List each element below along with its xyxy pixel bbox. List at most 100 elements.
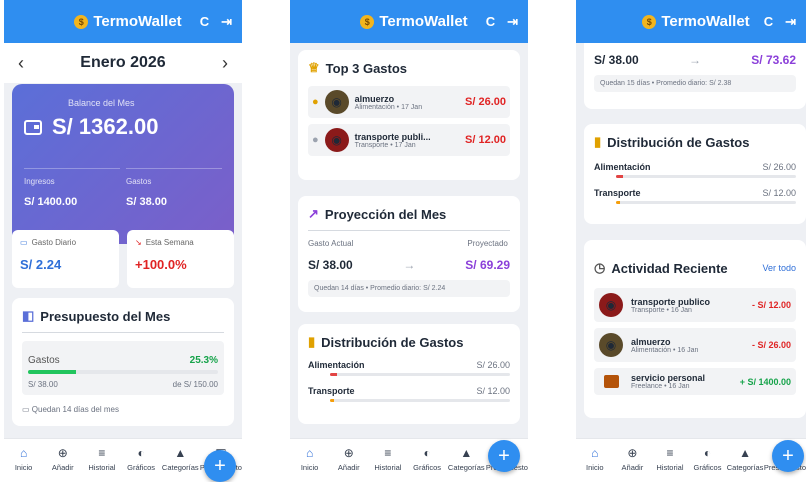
nav-label: Gráficos xyxy=(127,463,156,472)
app-title: TermoWallet xyxy=(661,13,750,30)
top-item-amount: S/ 26.00 xyxy=(465,96,506,108)
distribution-card: ▮ Distribución de Gastos Alimentación S/ 2… xyxy=(584,124,806,224)
screen-home-3: $ TermoWallet C ⇥ S/ 38.00 → S/ 73.62 Qu… xyxy=(576,0,806,482)
budget-progress xyxy=(28,370,218,374)
projection-note: Quedan 14 días • Promedio diario: S/ 2.2… xyxy=(308,280,510,297)
refresh-icon[interactable]: C xyxy=(486,14,495,30)
month-selector: ‹ Enero 2026 › xyxy=(4,43,242,83)
top-item-name: transporte publi... xyxy=(354,131,431,142)
category-icon: ▲ xyxy=(174,446,187,460)
dist-amount: S/ 12.00 xyxy=(476,386,510,396)
dist-name: Alimentación xyxy=(308,360,365,370)
top-item[interactable]: ● ◉ almuerzo Alimentación • 17 Jan S/ 26.… xyxy=(308,86,510,118)
budget-gastos-label: Gastos xyxy=(28,355,60,366)
projection-card: ↗ Proyección del Mes Gasto Actual S/ 38.00… xyxy=(298,196,520,312)
nav-graficos[interactable]: ◐ Gráficos xyxy=(408,447,447,473)
dist-bar xyxy=(616,175,796,178)
activity-name: transporte publico xyxy=(631,296,711,307)
activity-name: almuerzo xyxy=(631,336,671,347)
budget-title: Presupuesto del Mes xyxy=(40,308,171,324)
budget-spent: S/ 38.00 xyxy=(28,380,58,389)
nav-inicio[interactable]: ⌂ Inicio xyxy=(290,446,329,473)
top-item-name: almuerzo xyxy=(354,93,395,104)
dist-bar xyxy=(616,201,796,204)
nav-label: Gráficos xyxy=(693,463,722,472)
ver-todo-link[interactable]: Ver todo xyxy=(762,263,796,273)
nav-anadir[interactable]: ⊕ Añadir xyxy=(43,446,82,473)
nav-inicio[interactable]: ⌂ Inicio xyxy=(576,446,614,473)
distribution-title: Distribución de Gastos xyxy=(321,334,464,350)
nav-categorias[interactable]: ▲ Categorías xyxy=(447,446,486,473)
nav-categorias[interactable]: ▲ Categorías xyxy=(726,447,764,473)
gold-medal-icon: ● xyxy=(312,96,319,108)
category-icon: ▲ xyxy=(460,446,473,460)
arrow-icon: → xyxy=(403,258,416,272)
gastos-amount: S/ 38.00 xyxy=(126,196,167,208)
home-icon: ⌂ xyxy=(305,446,314,460)
coin-icon: $ xyxy=(74,14,89,29)
logout-icon[interactable]: ⇥ xyxy=(507,14,518,30)
bar-chart-icon: ▮ xyxy=(594,134,602,149)
home-icon: ⌂ xyxy=(591,446,599,460)
activity-name: servicio personal xyxy=(631,373,706,383)
coin-icon: $ xyxy=(642,14,657,29)
actual-label: Gasto Actual xyxy=(308,239,354,248)
nav-label: Historial xyxy=(374,463,402,472)
nav-historial[interactable]: ≡ Historial xyxy=(651,447,689,473)
activity-meta: Freelance • 16 Jan xyxy=(631,383,690,390)
fab-add-button[interactable]: + xyxy=(772,440,804,472)
activity-meta: Alimentación • 16 Jan xyxy=(631,346,699,354)
fab-add-button[interactable]: + xyxy=(488,440,520,472)
nav-label: Historial xyxy=(656,463,684,472)
nav-inicio[interactable]: ⌂ Inicio xyxy=(4,446,43,473)
refresh-icon[interactable]: C xyxy=(764,14,773,30)
nav-anadir[interactable]: ⊕ Añadir xyxy=(614,447,652,473)
trophy-icon: ♕ xyxy=(308,60,320,75)
nav-historial[interactable]: ≡ Historial xyxy=(368,446,407,473)
app-title: TermoWallet xyxy=(93,13,182,30)
projection-title: Proyección del Mes xyxy=(324,206,447,222)
nav-graficos[interactable]: ◐ Gráficos xyxy=(689,447,727,473)
activity-amount: - S/ 12.00 xyxy=(751,300,791,310)
top-item-meta: Alimentación • 17 Jan xyxy=(354,103,423,111)
distribution-card: ▮ Distribución de Gastos Alimentación S/ 2… xyxy=(298,324,520,424)
refresh-icon[interactable]: C xyxy=(200,14,209,30)
nav-graficos[interactable]: ◐ Gráficos xyxy=(122,447,161,473)
top-title: Top 3 Gastos xyxy=(325,60,408,76)
activity-item[interactable]: ◉ transporte publico Transporte • 16 Jan … xyxy=(594,288,796,322)
car-icon: ◉ xyxy=(324,128,349,152)
next-month-button[interactable]: › xyxy=(222,53,228,74)
screen-home-2: $ TermoWallet C ⇥ ♕ Top 3 Gastos ● ◉ almu… xyxy=(290,0,528,482)
app-header: $ TermoWallet C ⇥ xyxy=(4,0,242,43)
home-icon: ⌂ xyxy=(19,446,28,460)
food-icon: ◉ xyxy=(599,333,623,357)
nav-label: Categorías xyxy=(447,463,485,472)
logout-icon[interactable]: ⇥ xyxy=(221,14,232,30)
car-icon: ◉ xyxy=(599,293,623,317)
dist-amount: S/ 26.00 xyxy=(476,360,510,370)
fab-add-button[interactable]: + xyxy=(204,450,236,482)
nav-categorias[interactable]: ▲ Categorías xyxy=(161,446,200,473)
brand: $ TermoWallet xyxy=(642,13,750,30)
activity-item[interactable]: ◉ almuerzo Alimentación • 16 Jan - S/ 26.… xyxy=(594,328,796,362)
activity-amount: - S/ 26.00 xyxy=(751,340,791,350)
projection-note: Quedan 15 días • Promedio diario: S/ 2.3… xyxy=(594,75,796,92)
add-circle-icon: ⊕ xyxy=(57,446,68,460)
nav-label: Añadir xyxy=(621,463,644,472)
app-title: TermoWallet xyxy=(379,13,468,30)
projected-amount: S/ 69.29 xyxy=(465,258,510,272)
dist-amount: S/ 12.00 xyxy=(762,188,796,198)
actual-amount: S/ 38.00 xyxy=(594,53,639,67)
activity-title: Actividad Reciente xyxy=(611,260,728,276)
top-item[interactable]: ● ◉ transporte publi... Transporte • 17 J… xyxy=(308,124,510,156)
list-icon: ≡ xyxy=(384,446,392,460)
nav-anadir[interactable]: ⊕ Añadir xyxy=(329,447,368,473)
logout-icon[interactable]: ⇥ xyxy=(785,14,796,30)
calendar-icon: ▭ xyxy=(22,405,30,414)
wallet-icon xyxy=(24,119,42,135)
nav-historial[interactable]: ≡ Historial xyxy=(82,447,121,473)
activity-item[interactable]: servicio personal Freelance • 16 Jan + S/… xyxy=(594,368,796,395)
prev-month-button[interactable]: ‹ xyxy=(18,53,24,74)
dist-bar xyxy=(330,373,510,376)
balance-label: Balance del Mes xyxy=(68,98,135,108)
